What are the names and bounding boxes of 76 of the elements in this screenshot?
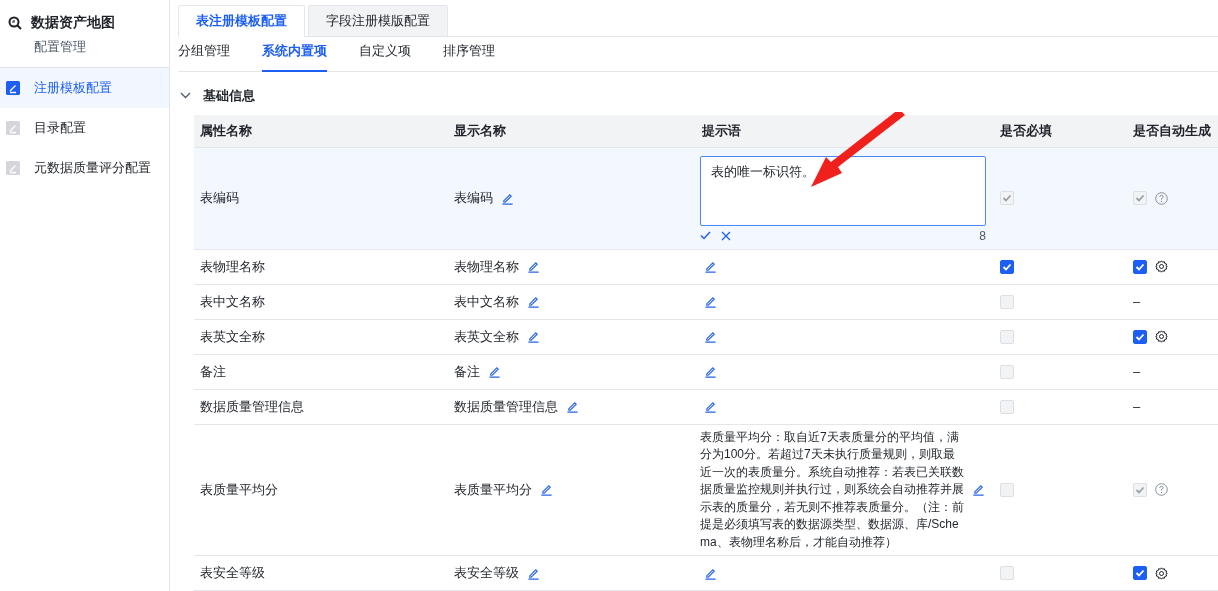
edit-icon[interactable] <box>527 330 540 343</box>
confirm-icon[interactable] <box>700 230 711 241</box>
table-cell-text: 表质量平均分 <box>454 481 532 499</box>
table-cell: 备注 <box>200 363 226 379</box>
checkbox[interactable] <box>1133 566 1147 580</box>
table-cell-text: – <box>1133 292 1141 311</box>
table-cell-text: 表物理名称 <box>454 257 519 276</box>
edit-icon[interactable] <box>501 191 514 205</box>
checkmark-icon <box>1002 261 1012 272</box>
gear-icon[interactable] <box>1155 330 1168 343</box>
subtab[interactable]: 排序管理 <box>443 40 495 73</box>
table-cell: 表英文全称 <box>200 328 265 344</box>
checkmark-icon <box>1135 331 1145 342</box>
table-cell: 表编码 <box>200 190 239 206</box>
document-edit-icon <box>6 80 20 95</box>
edit-icon[interactable] <box>704 330 717 343</box>
table-cell: 表安全等级 <box>200 565 265 581</box>
table-cell: 表中文名称 <box>200 293 265 309</box>
checkmark-icon <box>1135 193 1145 203</box>
checkbox[interactable] <box>1000 259 1014 274</box>
help-icon[interactable] <box>1155 191 1168 205</box>
edit-icon[interactable] <box>972 483 985 497</box>
subtab[interactable]: 系统内置项 <box>262 40 327 73</box>
edit-icon[interactable] <box>527 260 540 273</box>
table-cell: 数据质量管理信息 <box>200 398 304 414</box>
table-cell: 表质量平均分 <box>200 482 278 497</box>
checkbox[interactable] <box>1133 329 1147 344</box>
app-title: 数据资产地图 <box>31 13 115 32</box>
checkbox[interactable] <box>1133 259 1147 274</box>
column-header: 提示语 <box>702 122 741 138</box>
table-cell-text: 数据质量管理信息 <box>454 397 558 416</box>
sidebar-item[interactable]: 目录配置 <box>0 107 169 148</box>
tab[interactable]: 字段注册模版配置 <box>308 5 448 37</box>
edit-icon[interactable] <box>704 400 717 413</box>
gear-icon[interactable] <box>1155 566 1168 580</box>
subtab[interactable]: 自定义项 <box>359 40 411 73</box>
table-cell-text: 表编码 <box>454 189 493 208</box>
document-edit-icon <box>6 120 20 135</box>
table-cell-text: 表中文名称 <box>454 292 519 311</box>
column-header: 是否必填 <box>1000 122 1052 138</box>
tab[interactable]: 表注册模板配置 <box>178 5 305 37</box>
edit-icon[interactable] <box>704 566 717 580</box>
edit-icon[interactable] <box>540 483 553 497</box>
sidebar-item[interactable]: 元数据质量评分配置 <box>0 147 169 188</box>
edit-icon[interactable] <box>527 566 540 580</box>
checkmark-icon <box>1002 193 1012 203</box>
table-cell-text: 表安全等级 <box>454 564 519 583</box>
edit-icon[interactable] <box>704 365 717 378</box>
sidebar-item[interactable]: 注册模板配置 <box>0 67 169 108</box>
edit-icon[interactable] <box>704 295 717 308</box>
edit-icon[interactable] <box>488 365 501 378</box>
section-header[interactable]: 基础信息 <box>178 72 1218 115</box>
table-cell-text: – <box>1133 362 1141 381</box>
edit-icon[interactable] <box>527 295 540 308</box>
character-count: 8 <box>979 227 986 245</box>
help-icon[interactable] <box>1155 483 1168 497</box>
edit-icon[interactable] <box>704 260 717 273</box>
search-icon <box>8 15 22 30</box>
column-header: 显示名称 <box>454 122 506 138</box>
app-subtitle: 配置管理 <box>33 38 87 56</box>
hint-textarea[interactable]: 表的唯一标识符。 <box>700 155 986 226</box>
checkmark-icon <box>1135 568 1145 578</box>
hint-text: 表质量平均分：取自近7天表质量分的平均值，满分为100分。若超过7天未执行质量规则，则取最近一次的表质量分。系统自动推荐：若表已关联数据质量监控规则并执行过，则系统会自动推荐并展示表的质量分，若无则不推荐表质量分。（注：前提是必须填写表的数据源类型、数据源、库/Schema、表物理名称后，才能自动推荐） <box>700 428 965 551</box>
table-cell-text: – <box>1133 397 1141 416</box>
checkmark-icon <box>1135 484 1145 495</box>
checkmark-icon <box>1135 261 1145 272</box>
column-header: 是否自动生成 <box>1133 122 1211 138</box>
table-cell-text: 备注 <box>454 362 480 381</box>
table-cell-text: 表英文全称 <box>454 327 519 346</box>
cancel-icon[interactable] <box>721 230 731 241</box>
gear-icon[interactable] <box>1155 260 1168 273</box>
document-edit-icon <box>6 160 20 175</box>
subtab[interactable]: 分组管理 <box>178 40 230 73</box>
table-cell: 表物理名称 <box>200 258 265 274</box>
edit-icon[interactable] <box>566 400 579 413</box>
column-header: 属性名称 <box>200 122 252 138</box>
